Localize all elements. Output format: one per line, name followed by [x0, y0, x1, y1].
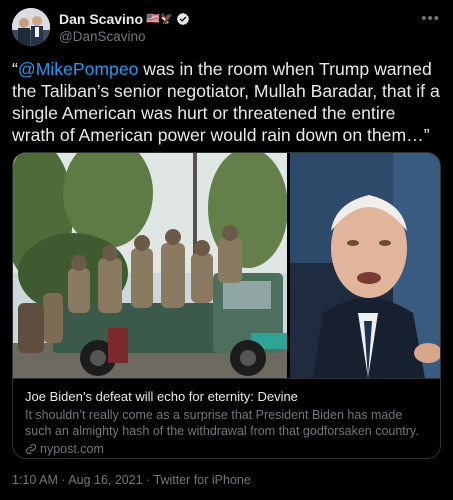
card-media-image: [13, 153, 440, 378]
mention-link[interactable]: @MikePompeo: [18, 59, 139, 79]
link-card[interactable]: Joe Biden’s defeat will echo for eternit…: [12, 152, 441, 459]
link-icon: [25, 443, 37, 455]
card-title: Joe Biden’s defeat will echo for eternit…: [25, 389, 298, 404]
user-handle[interactable]: @DanScavino: [59, 29, 146, 44]
tweet-header: Dan Scavino 🇺🇸🦅 @DanScavino •••: [12, 8, 442, 48]
display-name[interactable]: Dan Scavino: [59, 11, 143, 27]
tweet-text: “@MikePompeo was in the room when Trump …: [12, 58, 442, 146]
verified-badge-icon: [177, 12, 190, 26]
card-domain-text: nypost.com: [40, 442, 104, 456]
name-row: Dan Scavino 🇺🇸🦅: [59, 11, 190, 27]
avatar[interactable]: [12, 8, 50, 46]
avatar-image: [12, 8, 50, 46]
name-emojis: 🇺🇸🦅: [146, 13, 174, 25]
more-options-icon[interactable]: •••: [421, 10, 440, 27]
card-description: It shouldn’t really come as a surprise t…: [25, 408, 419, 438]
card-domain: nypost.com: [25, 442, 430, 456]
tweet-timestamp[interactable]: 1:10 AM · Aug 16, 2021 · Twitter for iPh…: [12, 473, 251, 487]
card-info: Joe Biden’s defeat will echo for eternit…: [13, 378, 440, 458]
